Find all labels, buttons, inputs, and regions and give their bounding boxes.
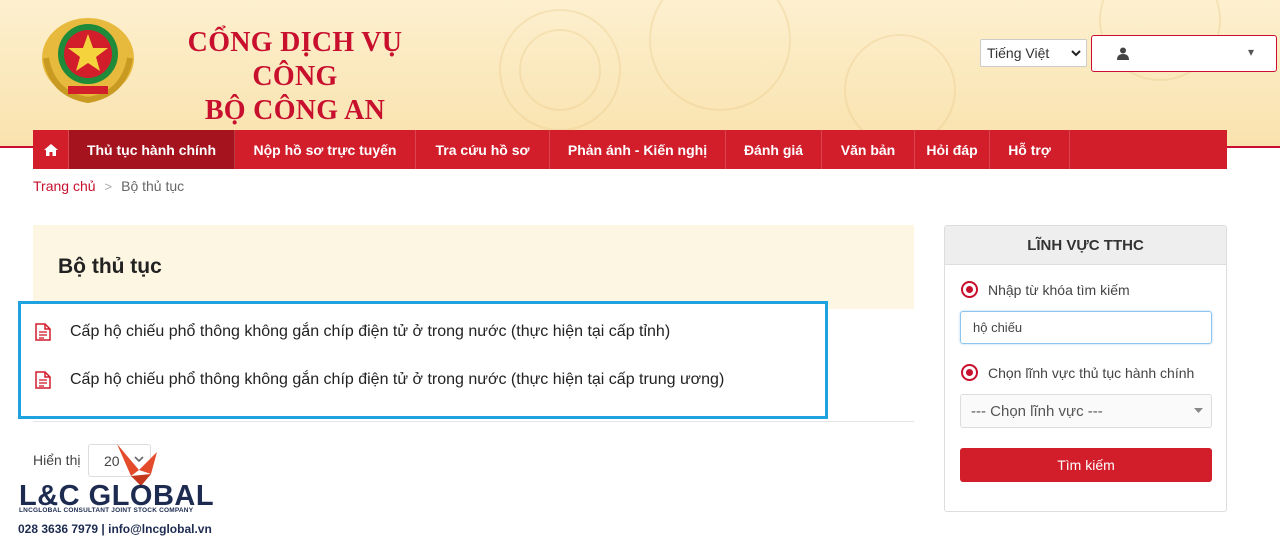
- nav-home[interactable]: [33, 130, 69, 169]
- field-select[interactable]: --- Chọn lĩnh vực ---: [960, 394, 1212, 428]
- user-icon: [1117, 47, 1129, 60]
- radio-field-label: Chọn lĩnh vực thủ tục hành chính: [988, 364, 1195, 381]
- page-heading-panel: Bộ thủ tục: [33, 225, 914, 309]
- breadcrumb-home[interactable]: Trang chủ: [33, 178, 96, 194]
- nav-label: Nộp hồ sơ trực tuyến: [253, 141, 397, 158]
- radio-icon[interactable]: [961, 364, 978, 381]
- emblem-icon[interactable]: [32, 14, 144, 104]
- nav-label: Đánh giá: [743, 141, 804, 158]
- breadcrumb-current: Bộ thủ tục: [121, 178, 185, 194]
- list-item[interactable]: Cấp hộ chiếu phổ thông không gắn chíp đi…: [35, 368, 724, 392]
- nav-label: Hỗ trợ: [1008, 141, 1051, 158]
- radio-icon[interactable]: [961, 281, 978, 298]
- result-title[interactable]: Cấp hộ chiếu phổ thông không gắn chíp đi…: [70, 323, 670, 341]
- watermark-logo: L&C GLOBAL LNCGLOBAL CONSULTANT JOINT ST…: [16, 440, 226, 548]
- nav-item-nop-ho-so[interactable]: Nộp hồ sơ trực tuyến: [235, 130, 416, 169]
- site-title-line1: CỔNG DỊCH VỤ CÔNG: [187, 27, 403, 92]
- search-input-value: hộ chiếu: [973, 320, 1023, 335]
- document-icon: [35, 323, 51, 341]
- language-value: Tiếng Việt: [987, 45, 1050, 61]
- breadcrumb-separator: >: [104, 178, 113, 194]
- user-menu[interactable]: ▾: [1091, 35, 1277, 72]
- radio-keyword-label: Nhập từ khóa tìm kiếm: [988, 281, 1130, 298]
- radio-field[interactable]: Chọn lĩnh vực thủ tục hành chính: [961, 364, 1194, 381]
- nav-item-phan-anh[interactable]: Phản ánh - Kiến nghị: [550, 130, 726, 169]
- sidebar-filter: LĨNH VỰC TTHC Nhập từ khóa tìm kiếm hộ c…: [944, 225, 1227, 512]
- site-title-line2: BỘ CÔNG AN: [204, 95, 386, 126]
- nav-item-van-ban[interactable]: Văn bản: [822, 130, 915, 169]
- result-title[interactable]: Cấp hộ chiếu phổ thông không gắn chíp đi…: [70, 371, 724, 389]
- user-menu-caret: ▾: [1248, 45, 1255, 59]
- list-item[interactable]: Cấp hộ chiếu phổ thông không gắn chíp đi…: [35, 320, 670, 344]
- search-button[interactable]: Tìm kiếm: [960, 448, 1212, 482]
- nav-label: Văn bản: [840, 141, 896, 158]
- chevron-down-icon: [1194, 408, 1203, 413]
- site-header: CỔNG DỊCH VỤ CÔNG BỘ CÔNG AN Tiếng Việt …: [0, 0, 1280, 148]
- document-icon: [35, 371, 51, 389]
- language-select[interactable]: Tiếng Việt: [980, 39, 1087, 67]
- page-title: Bộ thủ tục: [58, 255, 162, 278]
- breadcrumb: Trang chủ > Bộ thủ tục: [33, 178, 184, 194]
- site-title[interactable]: CỔNG DỊCH VỤ CÔNG BỘ CÔNG AN: [150, 26, 440, 128]
- nav-item-hoi-dap[interactable]: Hỏi đáp: [915, 130, 990, 169]
- nav-item-danh-gia[interactable]: Đánh giá: [726, 130, 822, 169]
- results-list: Cấp hộ chiếu phổ thông không gắn chíp đi…: [18, 301, 828, 419]
- watermark-company: LNCGLOBAL CONSULTANT JOINT STOCK COMPANY: [19, 507, 194, 514]
- nav-item-tra-cuu[interactable]: Tra cứu hồ sơ: [416, 130, 550, 169]
- nav-label: Tra cứu hồ sơ: [435, 141, 530, 158]
- nav-label: Phản ánh - Kiến nghị: [567, 141, 708, 158]
- chevron-down-icon: [1071, 50, 1081, 57]
- panel-divider: [33, 421, 914, 422]
- nav-label: Thủ tục hành chính: [86, 141, 217, 158]
- nav-item-ho-tro[interactable]: Hỗ trợ: [990, 130, 1070, 169]
- radio-keyword[interactable]: Nhập từ khóa tìm kiếm: [961, 281, 1130, 298]
- field-select-value: --- Chọn lĩnh vực ---: [971, 403, 1103, 420]
- nav-item-thu-tuc[interactable]: Thủ tục hành chính: [69, 130, 235, 169]
- main-nav: Thủ tục hành chính Nộp hồ sơ trực tuyến …: [33, 130, 1227, 169]
- sidebar-title: LĨNH VỰC TTHC: [945, 226, 1226, 265]
- nav-label: Hỏi đáp: [926, 141, 978, 158]
- watermark-contact: 028 3636 7979 | info@lncglobal.vn: [18, 522, 212, 536]
- search-input[interactable]: hộ chiếu: [960, 311, 1212, 344]
- home-icon: [43, 143, 58, 156]
